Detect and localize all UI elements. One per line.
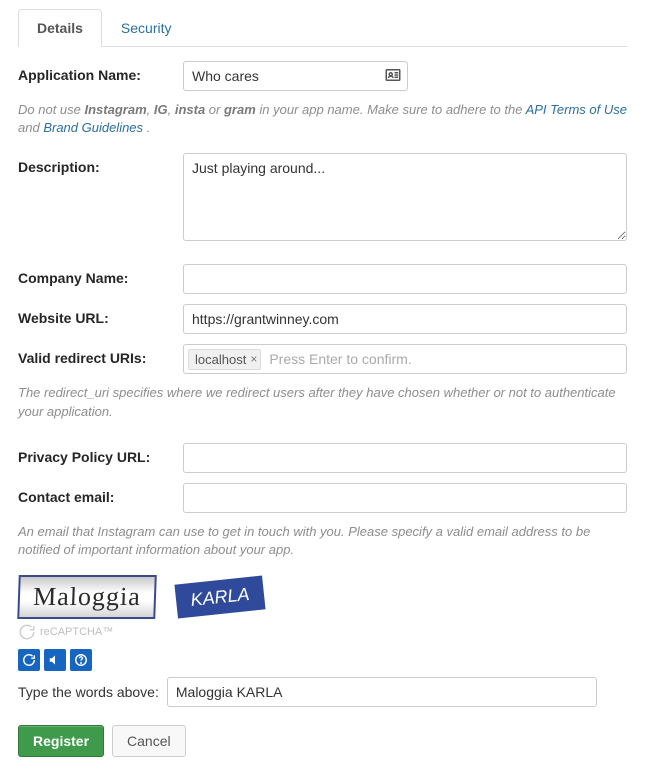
- captcha-refresh-button[interactable]: [18, 649, 40, 671]
- captcha-word-1: Maloggia: [17, 575, 157, 619]
- refresh-icon: [22, 653, 36, 667]
- redirect-tag: localhost ×: [188, 349, 261, 370]
- help-icon: [74, 653, 88, 667]
- tab-security[interactable]: Security: [102, 9, 191, 47]
- redirect-tag-input[interactable]: localhost ×: [183, 344, 627, 374]
- label-contact: Contact email:: [18, 483, 183, 505]
- description-input[interactable]: Just playing around...: [183, 153, 627, 241]
- helper-app-name: Do not use Instagram, IG, insta or gram …: [18, 101, 627, 137]
- recaptcha-badge: reCAPTCHA™: [18, 623, 627, 641]
- helper-redirect: The redirect_uri specifies where we redi…: [18, 384, 627, 420]
- captcha-help-button[interactable]: [70, 649, 92, 671]
- audio-icon: [48, 653, 62, 667]
- close-icon[interactable]: ×: [250, 352, 257, 366]
- label-description: Description:: [18, 153, 183, 175]
- register-button[interactable]: Register: [18, 725, 104, 757]
- helper-contact: An email that Instagram can use to get i…: [18, 523, 627, 559]
- contact-input[interactable]: [183, 483, 627, 513]
- label-redirect: Valid redirect URIs:: [18, 344, 183, 366]
- captcha-input[interactable]: [167, 677, 597, 707]
- redirect-input[interactable]: [267, 348, 622, 370]
- label-privacy: Privacy Policy URL:: [18, 443, 183, 465]
- label-app-name: Application Name:: [18, 61, 183, 83]
- captcha-images: Maloggia KARLA: [18, 575, 627, 619]
- captcha-prompt: Type the words above:: [18, 684, 159, 700]
- app-name-input[interactable]: [183, 61, 408, 91]
- tab-details[interactable]: Details: [18, 9, 102, 47]
- link-brand-guidelines[interactable]: Brand Guidelines: [43, 120, 146, 135]
- captcha-audio-button[interactable]: [44, 649, 66, 671]
- captcha-word-2: KARLA: [174, 576, 265, 619]
- label-website: Website URL:: [18, 304, 183, 326]
- company-input[interactable]: [183, 264, 627, 294]
- cancel-button[interactable]: Cancel: [112, 725, 186, 757]
- label-company: Company Name:: [18, 264, 183, 286]
- website-input[interactable]: [183, 304, 627, 334]
- privacy-input[interactable]: [183, 443, 627, 473]
- tab-bar: Details Security: [18, 8, 627, 47]
- link-api-terms[interactable]: API Terms of Use: [526, 102, 627, 117]
